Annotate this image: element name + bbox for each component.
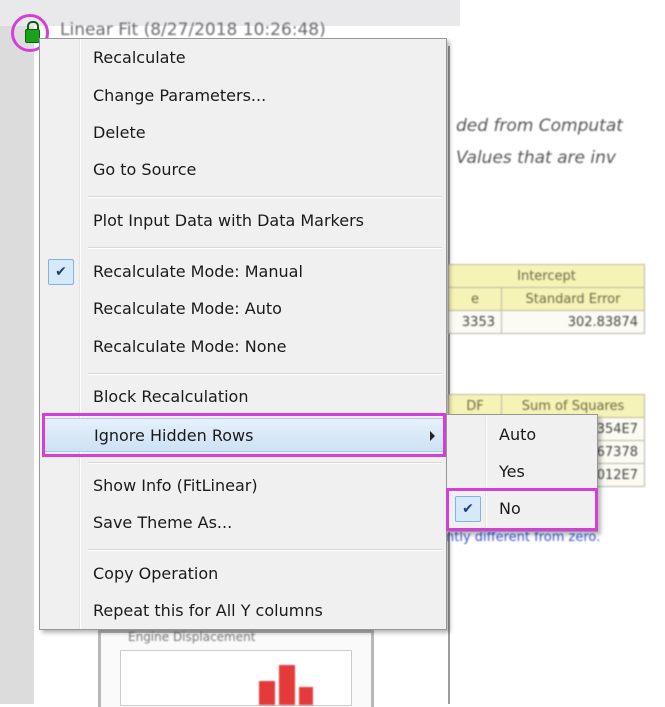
menu-item-ignore-hidden-rows[interactable]: Ignore Hidden Rows (42, 418, 444, 452)
context-menu: Recalculate Change Parameters... Delete … (39, 38, 447, 630)
menu-item-copy-operation[interactable]: Copy Operation (42, 557, 444, 591)
submenu-item-label: No (499, 499, 521, 518)
report-left-margin (0, 26, 34, 704)
chevron-right-icon (430, 431, 435, 441)
submenu-item-label: Auto (499, 425, 537, 444)
histogram-bar (279, 665, 295, 705)
menu-item-label: Save Theme As... (93, 513, 233, 532)
menu-item-recalc-mode-none[interactable]: Recalculate Mode: None (42, 330, 444, 364)
submenu-item-no[interactable]: ✔ No (449, 492, 595, 526)
histogram-bar (259, 681, 275, 705)
table-col-value: e (448, 287, 502, 311)
ignore-hidden-rows-submenu: Auto Yes ✔ No (446, 414, 598, 532)
menu-item-label: Show Info (FitLinear) (93, 476, 258, 495)
histogram-bar (299, 687, 313, 705)
graph-plot-area (120, 650, 352, 706)
parameters-table: Intercept e Standard Error 3353 302.8387… (448, 264, 645, 334)
menu-item-recalculate[interactable]: Recalculate (42, 41, 444, 75)
menu-item-delete[interactable]: Delete (42, 116, 444, 150)
table-header-intercept: Intercept (448, 264, 645, 288)
menu-separator (88, 247, 442, 249)
table-cell-value: 3353 (448, 310, 502, 334)
menu-item-label: Plot Input Data with Data Markers (93, 211, 365, 230)
menu-item-go-to-source[interactable]: Go to Source (42, 153, 444, 187)
menu-item-label: Recalculate (93, 48, 186, 67)
menu-item-block-recalculation[interactable]: Block Recalculation (42, 380, 444, 414)
report-page: ded from Computat Values that are inv In… (446, 46, 665, 704)
menu-separator (88, 462, 442, 464)
menu-item-label: Ignore Hidden Rows (94, 426, 254, 445)
report-window-title: Linear Fit (8/27/2018 10:26:48) (60, 20, 326, 40)
submenu-item-auto[interactable]: Auto (449, 418, 595, 452)
menu-item-label: Recalculate Mode: Manual (93, 262, 303, 281)
checkmark-icon: ✔ (48, 259, 74, 285)
menu-separator (88, 549, 442, 551)
menu-item-show-info[interactable]: Show Info (FitLinear) (42, 469, 444, 503)
graph-title: Engine Displacement (128, 630, 256, 644)
report-significance-link[interactable]: ntly different from zero. (446, 530, 600, 545)
menu-item-recalc-mode-manual[interactable]: ✔ Recalculate Mode: Manual (42, 255, 444, 289)
menu-item-label: Delete (93, 123, 146, 142)
menu-item-label: Recalculate Mode: Auto (93, 299, 282, 318)
table-cell-standard-error: 302.83874 (501, 310, 645, 334)
menu-item-label: Copy Operation (93, 564, 219, 583)
menu-separator (88, 196, 442, 198)
menu-item-label: Block Recalculation (93, 387, 249, 406)
menu-item-label: Go to Source (93, 160, 197, 179)
menu-item-repeat-all-y[interactable]: Repeat this for All Y columns (42, 594, 444, 628)
checkmark-icon: ✔ (455, 496, 481, 522)
menu-item-change-parameters[interactable]: Change Parameters... (42, 79, 444, 113)
menu-item-recalc-mode-auto[interactable]: Recalculate Mode: Auto (42, 292, 444, 326)
table-col-standard-error: Standard Error (501, 287, 645, 311)
menu-item-plot-input-data[interactable]: Plot Input Data with Data Markers (42, 204, 444, 238)
menu-item-save-theme-as[interactable]: Save Theme As... (42, 506, 444, 540)
menu-item-label: Repeat this for All Y columns (93, 601, 323, 620)
submenu-item-label: Yes (499, 462, 525, 481)
menu-item-label: Recalculate Mode: None (93, 337, 287, 356)
submenu-item-yes[interactable]: Yes (449, 455, 595, 489)
report-note-line2: Values that are inv (456, 148, 616, 168)
menu-separator (88, 373, 442, 375)
report-note-line1: ded from Computat (456, 116, 623, 136)
menu-item-label: Change Parameters... (93, 86, 267, 105)
